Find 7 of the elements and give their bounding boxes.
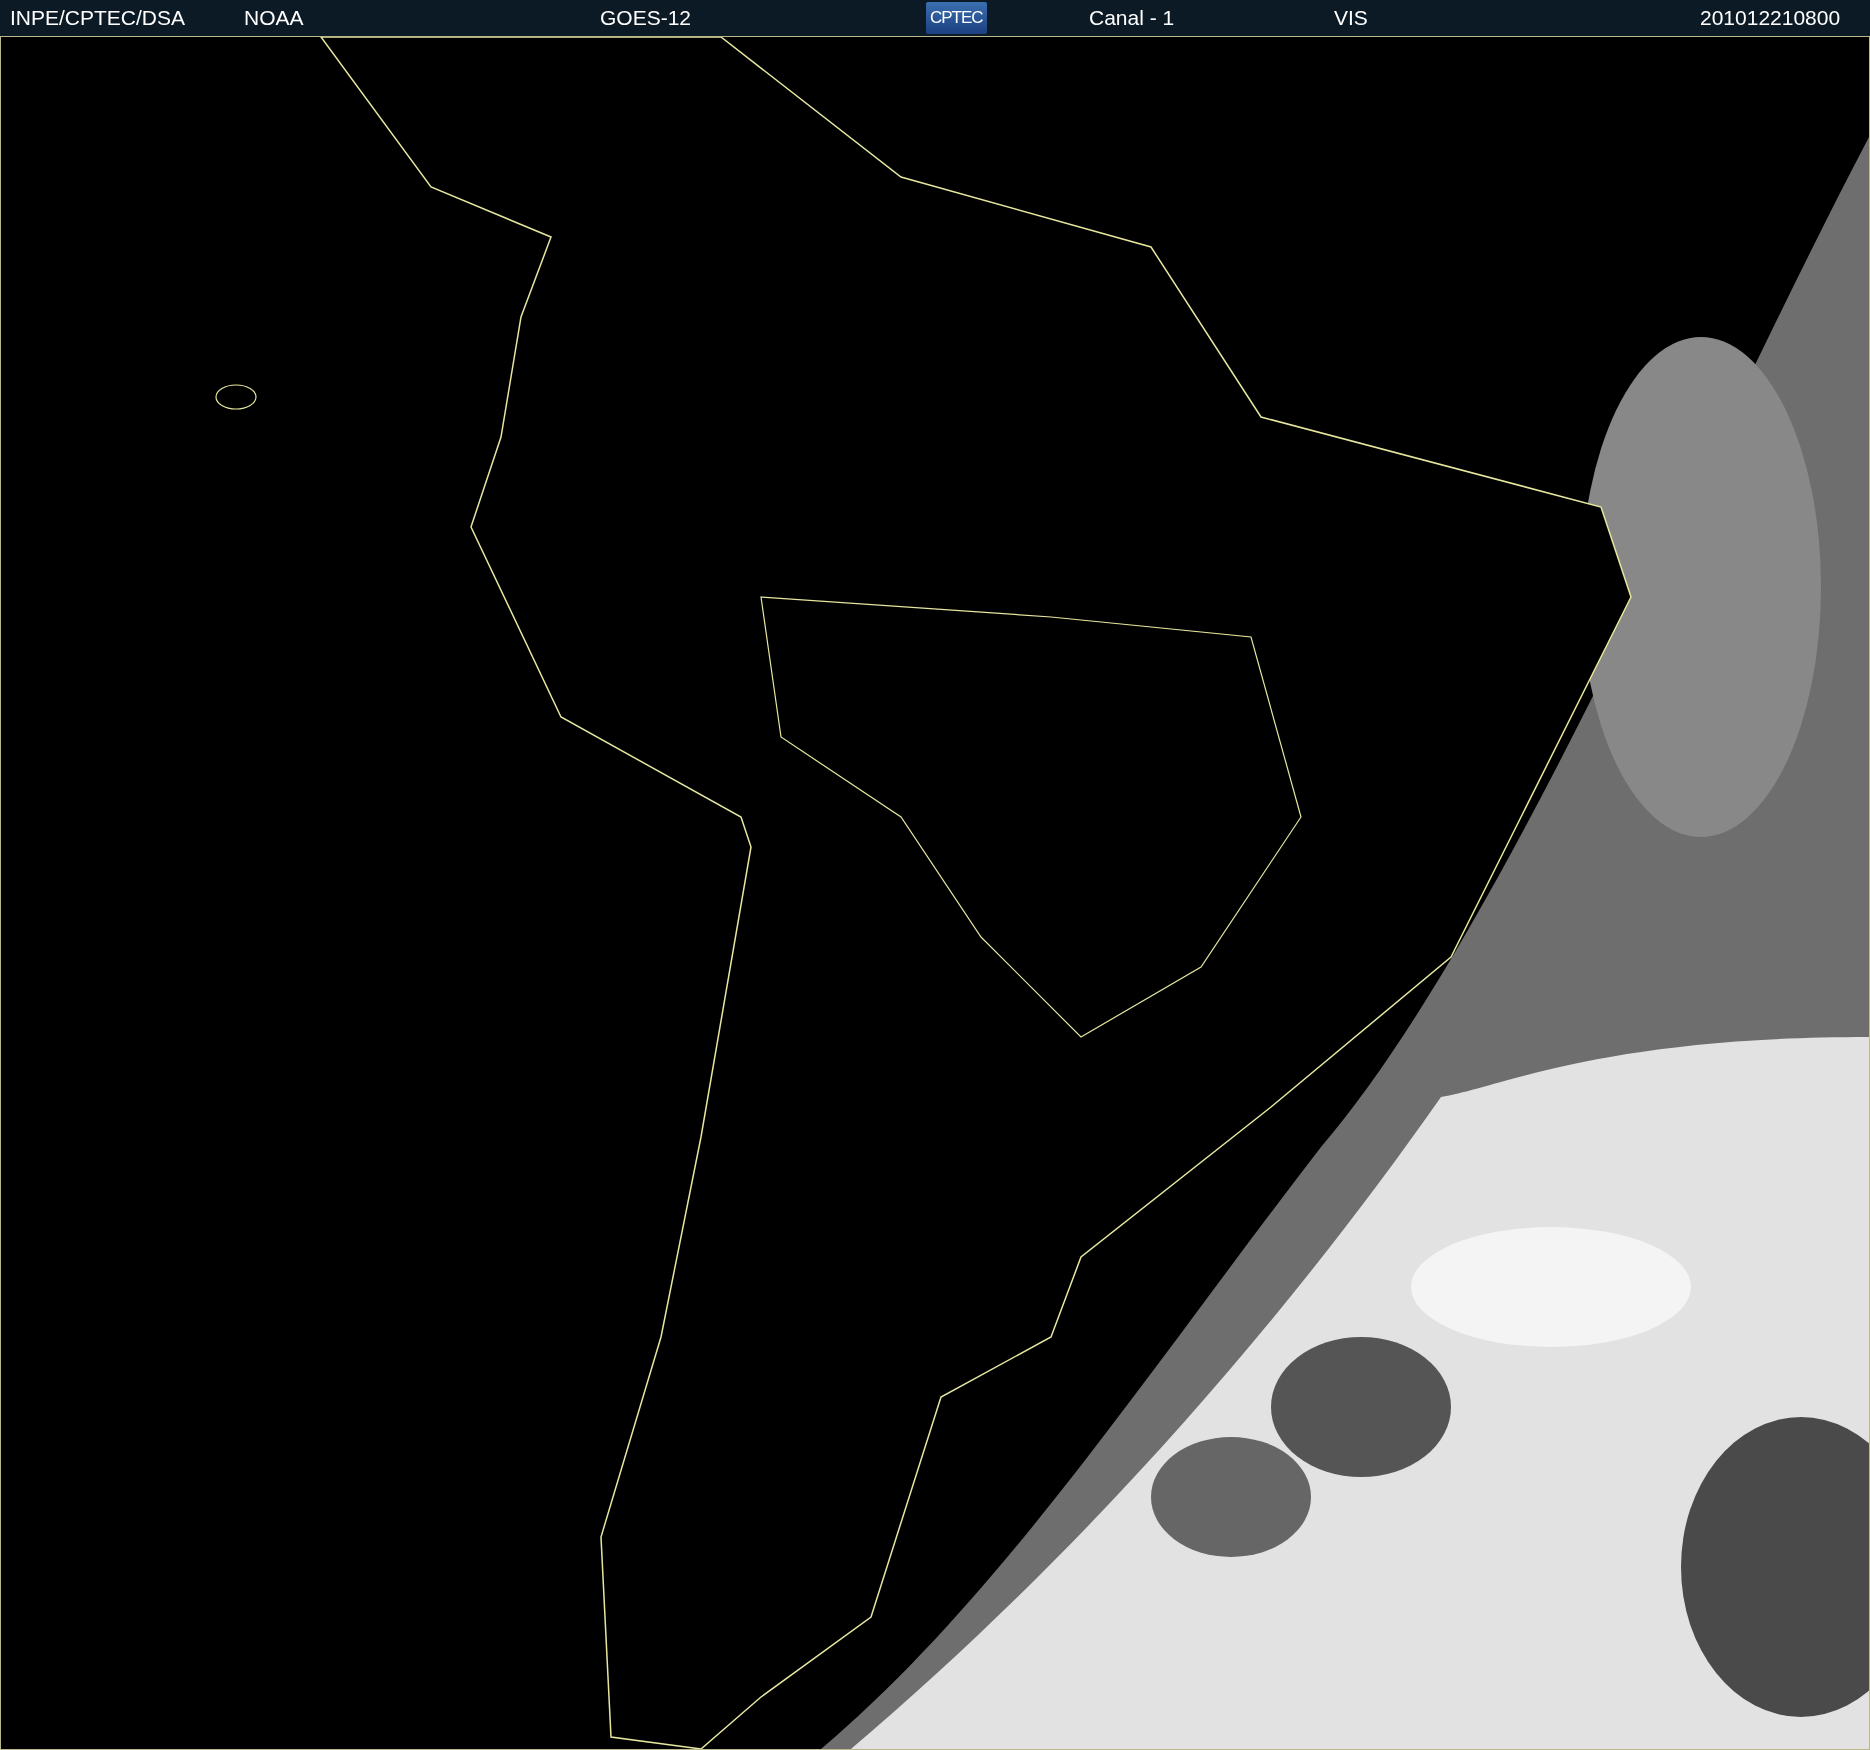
- header-label: NOAA: [244, 6, 305, 30]
- header-label: 201012210800: [1700, 6, 1842, 30]
- header-label: INPE/CPTEC/DSA: [10, 6, 187, 30]
- header-label: VIS: [1334, 6, 1369, 30]
- header-label: GOES-12: [600, 6, 693, 30]
- header-label: Canal - 1: [1089, 6, 1176, 30]
- logo: CPTEC: [926, 2, 987, 34]
